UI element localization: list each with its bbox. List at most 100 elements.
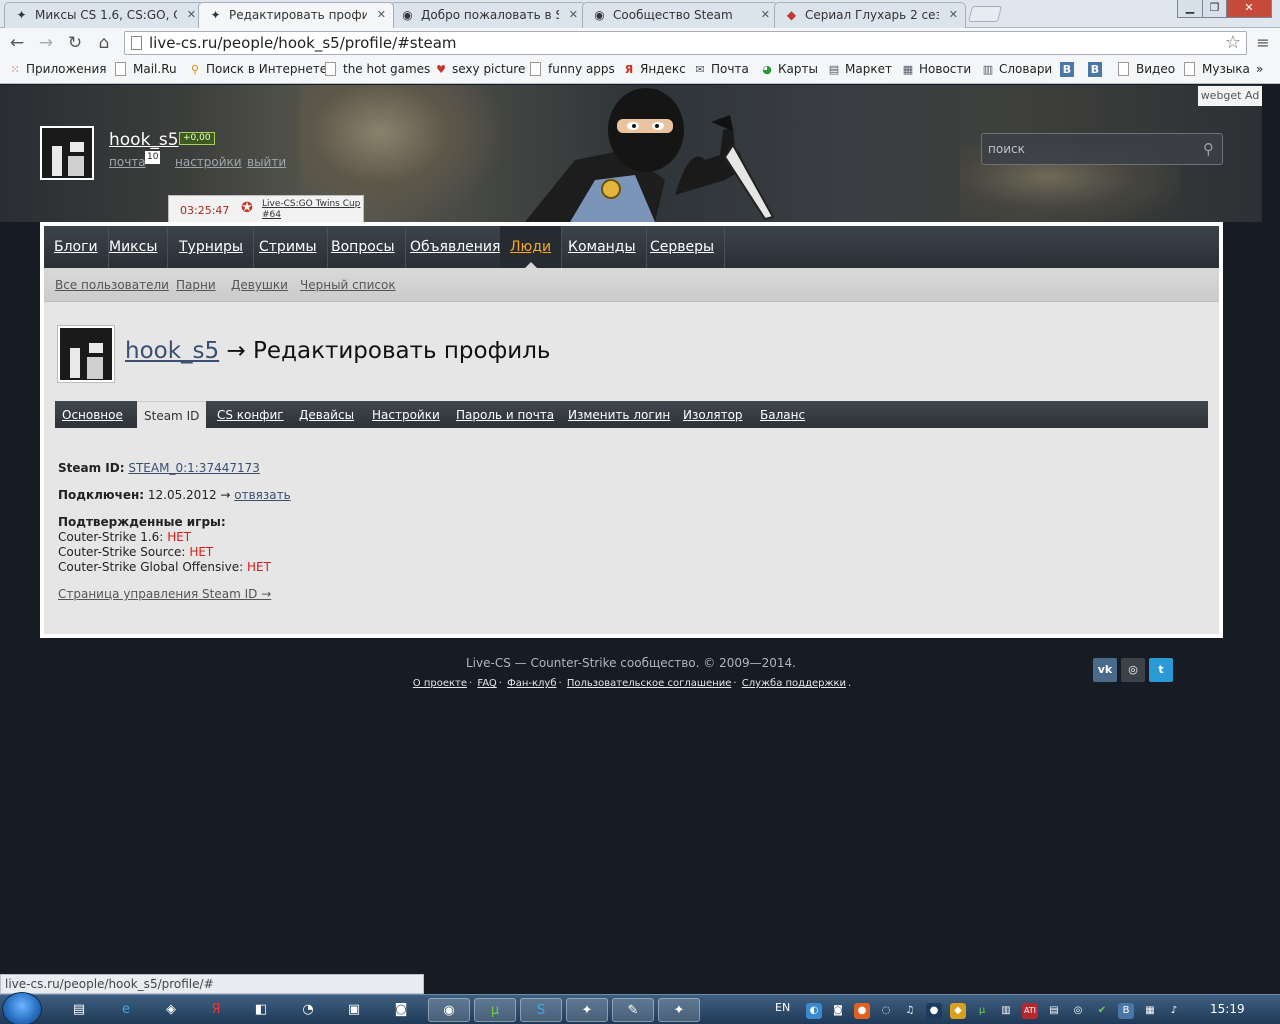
app-icon[interactable]: ◈ bbox=[150, 998, 192, 1022]
bookmark-funny-apps[interactable]: funny apps bbox=[530, 62, 615, 76]
footer-link-faq[interactable]: FAQ bbox=[477, 678, 496, 689]
cs-icon[interactable]: ✦ bbox=[566, 998, 608, 1022]
close-tab-icon[interactable]: ✕ bbox=[949, 8, 958, 21]
event-link[interactable]: Live-CS:GO Twins Cup #64 bbox=[262, 199, 362, 221]
profile-avatar[interactable] bbox=[58, 326, 114, 382]
tray-icon[interactable]: ◌ bbox=[878, 1003, 894, 1019]
paint-icon[interactable]: ✎ bbox=[612, 998, 654, 1022]
address-bar[interactable]: live-cs.ru/people/hook_s5/profile/#steam… bbox=[124, 31, 1247, 55]
browser-tab-active[interactable]: ✦ Редактировать профиль ✕ bbox=[198, 2, 394, 28]
close-tab-icon[interactable]: ✕ bbox=[187, 8, 196, 21]
tab-balance[interactable]: Баланс bbox=[753, 401, 812, 428]
yandex-icon[interactable]: Я bbox=[195, 998, 237, 1022]
bookmark-star-icon[interactable]: ☆ bbox=[1225, 32, 1241, 54]
bookmark-pochta[interactable]: ✉ Почта bbox=[693, 62, 748, 76]
bookmark-search[interactable]: ⚲ Поиск в Интернете bbox=[188, 62, 327, 76]
reload-icon[interactable]: ↻ bbox=[64, 32, 86, 54]
new-tab-button[interactable] bbox=[967, 6, 1003, 22]
nav-questions[interactable]: Вопросы bbox=[321, 226, 406, 268]
more-bookmarks-icon[interactable]: » bbox=[1256, 62, 1263, 76]
bookmark-news[interactable]: ▦ Новости bbox=[901, 62, 971, 76]
footer-link-about[interactable]: О проекте bbox=[413, 678, 467, 689]
close-tab-icon[interactable]: ✕ bbox=[761, 8, 770, 21]
nav-ads[interactable]: Объявления bbox=[400, 226, 512, 268]
cs-icon[interactable]: ✦ bbox=[658, 998, 700, 1022]
network-icon[interactable]: ▦ bbox=[1142, 1003, 1158, 1019]
minimize-button[interactable]: ▁ bbox=[1177, 0, 1203, 18]
notification-icon[interactable]: ♫ bbox=[902, 1003, 918, 1019]
app-icon[interactable]: ▣ bbox=[333, 998, 375, 1022]
utorrent-icon[interactable]: µ bbox=[474, 998, 516, 1022]
ati-icon[interactable]: ATI bbox=[1022, 1003, 1038, 1019]
nav-tournaments[interactable]: Турниры bbox=[169, 226, 254, 268]
manage-steam-id-link[interactable]: Страница управления Steam ID → bbox=[58, 587, 271, 601]
search-icon[interactable]: ⚲ bbox=[1203, 140, 1214, 158]
vk-icon[interactable]: B bbox=[1118, 1003, 1134, 1019]
app-icon[interactable]: ◔ bbox=[287, 998, 329, 1022]
tab-steam-id[interactable]: Steam ID bbox=[137, 401, 207, 428]
utorrent-icon[interactable]: µ bbox=[974, 1003, 990, 1019]
close-window-button[interactable]: ✕ bbox=[1226, 0, 1272, 18]
browser-tab[interactable]: ◆ Сериал Глухарь 2 сезон с ✕ bbox=[774, 2, 966, 28]
tray-icon[interactable]: ▥ bbox=[998, 1003, 1014, 1019]
media-icon[interactable]: ◧ bbox=[240, 998, 282, 1022]
tray-icon[interactable]: ▤ bbox=[1046, 1003, 1062, 1019]
tray-icon[interactable]: ● bbox=[854, 1003, 870, 1019]
subnav-girls[interactable]: Девушки bbox=[231, 278, 288, 292]
bookmark-yandex[interactable]: Я Яндекс bbox=[622, 62, 686, 76]
bookmark-dictionary[interactable]: ▥ Словари bbox=[981, 62, 1052, 76]
menu-icon[interactable]: ≡ bbox=[1254, 33, 1272, 52]
tab-isolator[interactable]: Изолятор bbox=[676, 401, 750, 428]
search-input[interactable]: поиск ⚲ bbox=[981, 133, 1223, 165]
nav-people[interactable]: Люди bbox=[500, 226, 563, 268]
maximize-button[interactable]: ❐ bbox=[1202, 0, 1227, 18]
bookmark-sexy-picture[interactable]: ♥ sexy picture bbox=[434, 62, 525, 76]
skype-icon[interactable]: S bbox=[520, 998, 562, 1022]
header-username[interactable]: hook_s5 bbox=[109, 130, 179, 150]
subnav-blacklist[interactable]: Черный список bbox=[300, 278, 396, 292]
profile-username-link[interactable]: hook_s5 bbox=[125, 338, 219, 364]
check-icon[interactable]: ✔ bbox=[1094, 1003, 1110, 1019]
tab-cs-config[interactable]: CS конфиг bbox=[210, 401, 291, 428]
forward-icon[interactable]: → bbox=[35, 32, 57, 54]
bookmark-hot-games[interactable]: the hot games bbox=[325, 62, 430, 76]
tray-icon[interactable]: ◐ bbox=[806, 1003, 822, 1019]
bookmark-maps[interactable]: ◕ Карты bbox=[760, 62, 818, 76]
browser-tab[interactable]: ◉ Сообщество Steam ✕ bbox=[582, 2, 778, 28]
tab-password-email[interactable]: Пароль и почта bbox=[449, 401, 561, 428]
subnav-guys[interactable]: Парни bbox=[176, 278, 216, 292]
lock-icon[interactable]: ◙ bbox=[380, 998, 422, 1022]
tab-devices[interactable]: Девайсы bbox=[292, 401, 361, 428]
nav-servers[interactable]: Серверы bbox=[640, 226, 726, 268]
language-indicator[interactable]: EN bbox=[775, 1001, 790, 1014]
footer-link-agreement[interactable]: Пользовательское соглашение bbox=[567, 678, 732, 689]
tab-basic[interactable]: Основное bbox=[55, 401, 130, 428]
page-scrollbar[interactable] bbox=[1262, 85, 1280, 994]
tray-icon[interactable]: ◙ bbox=[830, 1003, 846, 1019]
back-icon[interactable]: ← bbox=[6, 32, 28, 54]
vk-icon[interactable]: vk bbox=[1093, 658, 1117, 682]
home-icon[interactable]: ⌂ bbox=[93, 32, 115, 54]
settings-link[interactable]: настройки bbox=[175, 155, 242, 169]
event-widget[interactable]: 03:25:47 ✪ Live-CS:GO Twins Cup #64 bbox=[168, 195, 364, 223]
nav-teams[interactable]: Команды bbox=[558, 226, 647, 268]
mail-link[interactable]: почта bbox=[109, 155, 146, 169]
chrome-icon[interactable]: ◉ bbox=[428, 998, 470, 1022]
shield-icon[interactable]: ◆ bbox=[950, 1003, 966, 1019]
twitter-icon[interactable]: t bbox=[1149, 658, 1173, 682]
steam-icon[interactable]: ◎ bbox=[1121, 658, 1145, 682]
bookmark-music[interactable]: Музыка bbox=[1184, 62, 1250, 76]
start-button[interactable] bbox=[2, 992, 42, 1024]
tab-settings[interactable]: Настройки bbox=[365, 401, 447, 428]
browser-tab[interactable]: ✦ Миксы CS 1.6, CS:GO, CS ✕ bbox=[4, 2, 204, 28]
explorer-icon[interactable]: ▤ bbox=[58, 998, 100, 1022]
bookmark-mailru[interactable]: Mail.Ru bbox=[115, 62, 177, 76]
close-tab-icon[interactable]: ✕ bbox=[377, 8, 386, 21]
subnav-all-users[interactable]: Все пользователи bbox=[55, 278, 169, 292]
steam-icon[interactable]: ◎ bbox=[1070, 1003, 1086, 1019]
logout-link[interactable]: выйти bbox=[247, 155, 286, 169]
close-tab-icon[interactable]: ✕ bbox=[569, 8, 578, 21]
tray-icon[interactable]: ● bbox=[926, 1003, 942, 1019]
nav-streams[interactable]: Стримы bbox=[249, 226, 328, 268]
browser-tab[interactable]: ◉ Добро пожаловать в Stea ✕ bbox=[390, 2, 586, 28]
